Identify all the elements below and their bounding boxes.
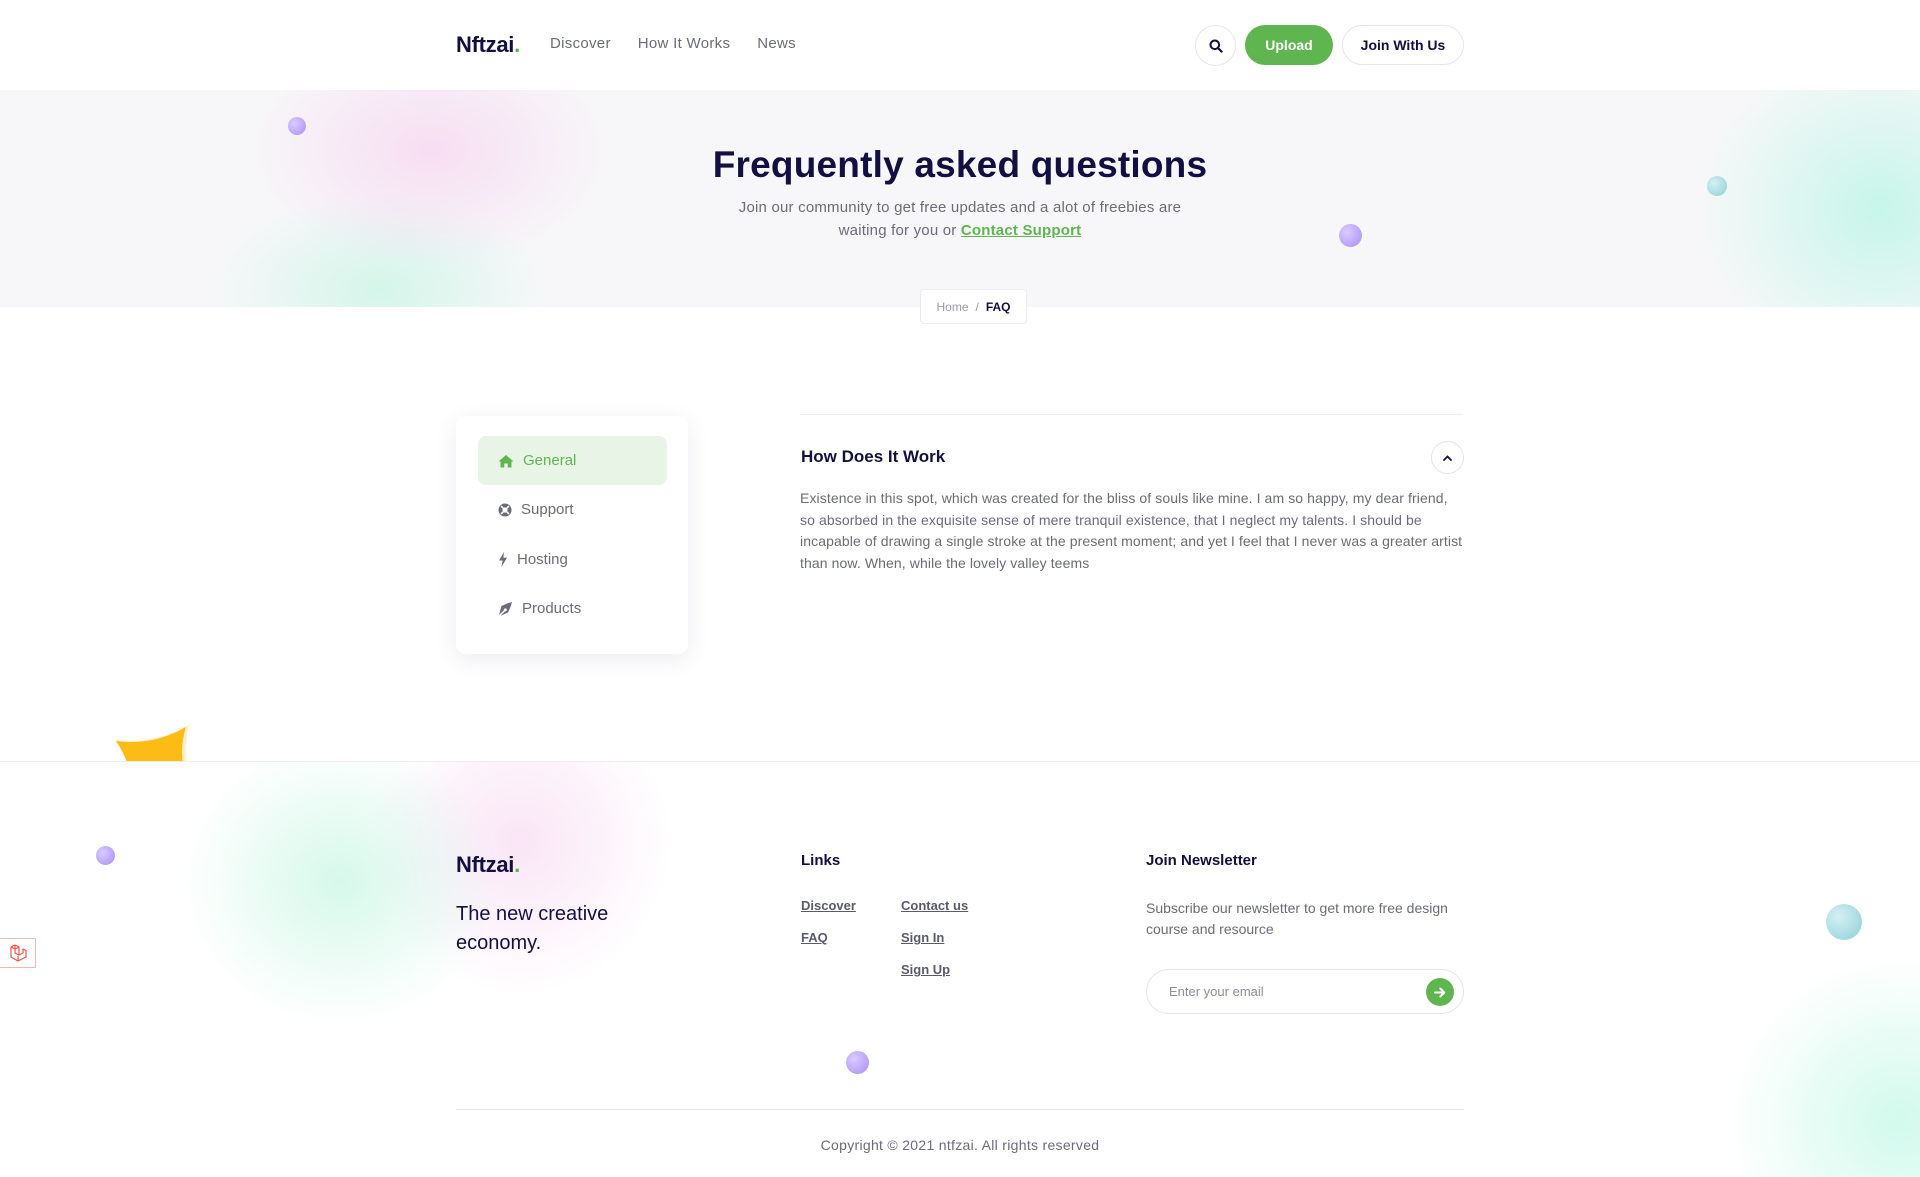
newsletter-form: [1146, 969, 1464, 1014]
page-title: Frequently asked questions: [712, 144, 1208, 185]
support-icon: [498, 503, 512, 516]
decorative-bubble: [1826, 904, 1862, 940]
page-hero: Frequently asked questions Join our comm…: [0, 90, 1920, 307]
category-support[interactable]: Support: [478, 485, 667, 534]
breadcrumb-home[interactable]: Home: [936, 300, 968, 314]
footer-link-sign-up[interactable]: Sign Up: [901, 962, 950, 977]
footer-link-contact[interactable]: Contact us: [901, 898, 968, 913]
category-label: Hosting: [517, 551, 568, 568]
faq-collapse-button[interactable]: [1431, 441, 1464, 474]
decorative-bubble: [846, 1051, 869, 1074]
category-label: General: [523, 452, 577, 469]
debugbar-toggle[interactable]: [0, 938, 36, 968]
faq-answer: Existence in this spot, which was create…: [800, 490, 1463, 571]
faq-divider: [800, 414, 1463, 415]
site-header: Nftzai. Discover How It Works News Uploa…: [0, 0, 1920, 90]
brand-dot: .: [514, 32, 520, 57]
breadcrumb: Home / FAQ: [920, 289, 1027, 324]
arrow-right-icon: [1434, 987, 1446, 997]
decorative-bubble: [96, 846, 115, 865]
category-products[interactable]: Products: [478, 584, 667, 633]
brand-name: Nftzai: [456, 852, 515, 877]
nav-news[interactable]: News: [757, 35, 796, 52]
upload-button[interactable]: Upload: [1245, 25, 1333, 65]
links-title: Links: [801, 852, 841, 869]
footer-link-discover[interactable]: Discover: [801, 898, 856, 913]
faq-category-menu: General Support Hosting Products: [456, 416, 688, 654]
brand-dot: .: [514, 852, 520, 877]
brand-logo[interactable]: Nftzai.: [456, 32, 520, 58]
copyright-text: Copyright © 2021 ntfzai. All rights rese…: [820, 1137, 1100, 1153]
newsletter-submit-button[interactable]: [1426, 978, 1454, 1006]
footer-link-sign-in[interactable]: Sign In: [901, 930, 944, 945]
email-input[interactable]: [1169, 970, 1409, 1013]
decorative-bubble: [1339, 224, 1362, 247]
footer-tagline: The new creative economy.: [456, 903, 609, 954]
breadcrumb-separator: /: [975, 299, 979, 314]
footer-divider: [456, 1109, 1464, 1110]
pen-nib-icon: [499, 602, 512, 616]
category-hosting[interactable]: Hosting: [478, 535, 667, 584]
laravel-icon: [9, 944, 27, 962]
nav-discover[interactable]: Discover: [550, 35, 611, 52]
footer-logo[interactable]: Nftzai.: [456, 852, 520, 878]
bolt-icon: [499, 552, 507, 567]
search-button[interactable]: [1195, 25, 1236, 66]
search-icon: [1209, 39, 1223, 53]
footer-link-faq[interactable]: FAQ: [801, 930, 828, 945]
faq-question[interactable]: How Does It Work: [801, 447, 945, 467]
decorative-bubble: [288, 117, 306, 135]
newsletter-title: Join Newsletter: [1146, 852, 1257, 869]
contact-support-link[interactable]: Contact Support: [961, 222, 1082, 239]
site-footer: Nftzai. The new creative economy. Links …: [0, 761, 1920, 1177]
category-label: Support: [521, 501, 574, 518]
home-icon: [498, 454, 514, 467]
category-general[interactable]: General: [478, 436, 667, 485]
nav-how-it-works[interactable]: How It Works: [638, 35, 731, 52]
newsletter-description: Subscribe our newsletter to get more fre…: [1146, 900, 1448, 937]
category-label: Products: [522, 600, 582, 617]
page-subtitle: Join our community to get free updates a…: [720, 196, 1200, 242]
main-nav: Discover How It Works News: [550, 35, 796, 52]
join-with-us-button[interactable]: Join With Us: [1342, 25, 1464, 65]
breadcrumb-current: FAQ: [985, 299, 1011, 314]
brand-name: Nftzai: [456, 32, 515, 57]
chevron-up-icon: [1443, 454, 1452, 461]
